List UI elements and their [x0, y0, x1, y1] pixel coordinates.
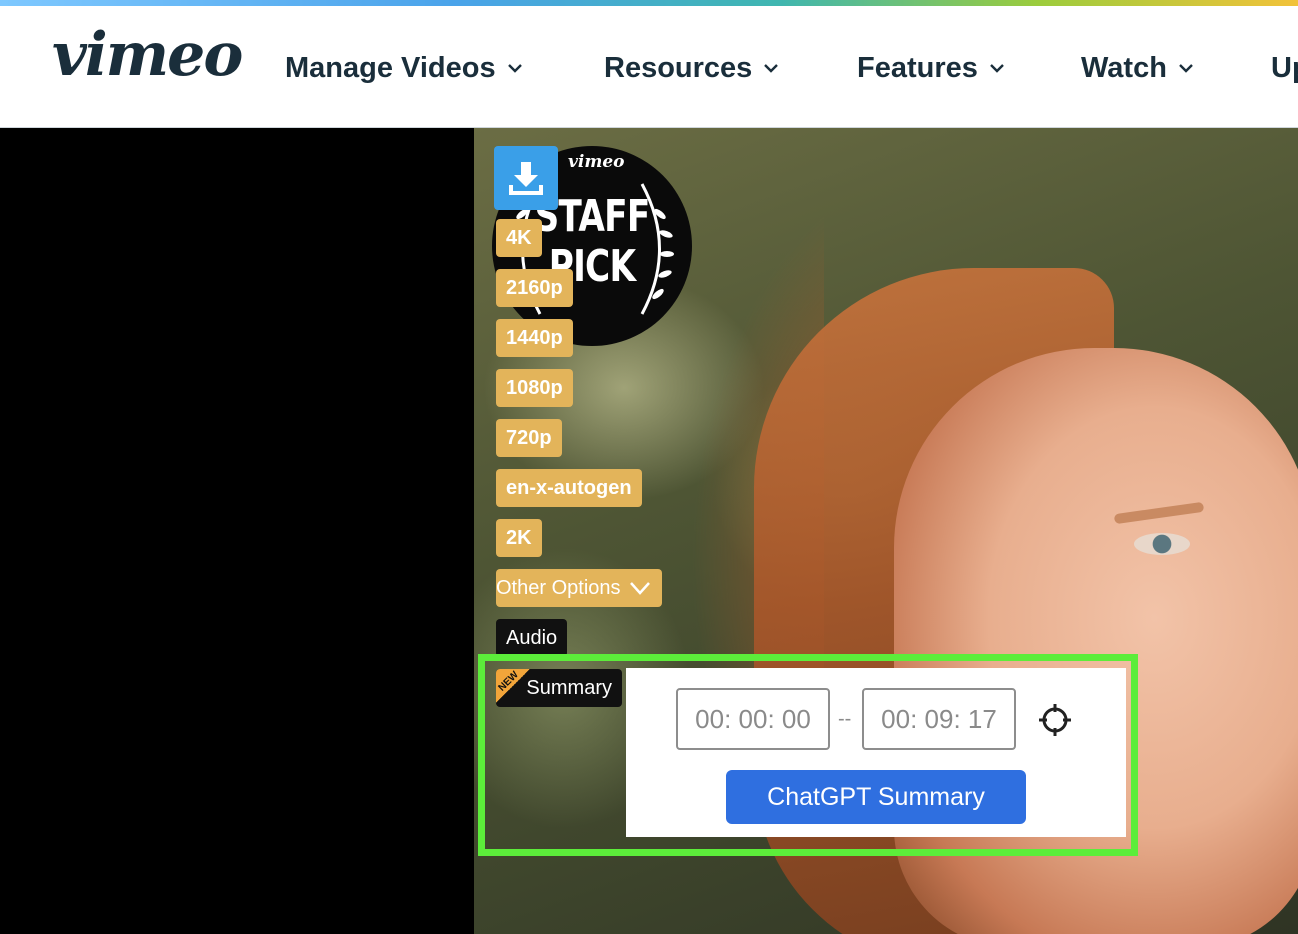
nav-resources[interactable]: Resources — [604, 50, 780, 86]
vimeo-logo[interactable]: vimeo — [52, 20, 243, 90]
chatgpt-summary-button[interactable]: ChatGPT Summary — [726, 770, 1026, 824]
nav-upgrade[interactable]: Up — [1271, 50, 1298, 86]
video-frame-eye — [1134, 533, 1190, 555]
resolution-2k-button[interactable]: 2K — [496, 519, 542, 557]
time-separator: -- — [838, 708, 852, 730]
end-time-input[interactable] — [862, 688, 1016, 750]
resolution-4k-button[interactable]: 4K — [496, 219, 542, 257]
chevron-down-icon — [507, 64, 522, 73]
other-options-button[interactable]: Other Options — [496, 569, 662, 607]
subtitle-en-x-autogen-button[interactable]: en-x-autogen — [496, 469, 642, 507]
chevron-down-icon — [990, 64, 1004, 73]
new-badge: NEW — [496, 669, 530, 703]
nav-label: Watch — [1081, 51, 1167, 84]
nav-label: Manage Videos — [285, 51, 496, 84]
resolution-2160p-button[interactable]: 2160p — [496, 269, 573, 307]
summary-panel: -- ChatGPT Summary — [626, 668, 1126, 837]
download-icon — [509, 162, 543, 195]
new-badge-label: NEW — [496, 669, 521, 694]
nav-label: Resources — [604, 51, 753, 84]
download-button[interactable] — [494, 146, 558, 210]
nav-watch[interactable]: Watch — [1081, 50, 1195, 86]
start-time-input[interactable] — [676, 688, 830, 750]
nav-features[interactable]: Features — [857, 50, 1006, 86]
chevron-down-icon — [764, 64, 779, 73]
nav-label: Features — [857, 51, 978, 84]
resolution-1080p-button[interactable]: 1080p — [496, 369, 573, 407]
chevron-down-icon — [629, 582, 650, 595]
crosshair-icon[interactable] — [1038, 703, 1072, 737]
resolution-1440p-button[interactable]: 1440p — [496, 319, 573, 357]
summary-button[interactable]: NEW Summary — [496, 669, 622, 707]
summary-label: Summary — [526, 676, 612, 699]
staff-pick-brand: vimeo — [568, 152, 625, 172]
nav-label: Up — [1271, 51, 1298, 84]
chevron-down-icon — [1179, 64, 1193, 73]
site-header: vimeo Manage Videos Resources Features W… — [0, 6, 1298, 128]
other-options-label: Other Options — [496, 576, 621, 599]
resolution-720p-button[interactable]: 720p — [496, 419, 562, 457]
nav-manage-videos[interactable]: Manage Videos — [285, 50, 524, 86]
audio-button[interactable]: Audio — [496, 619, 568, 657]
